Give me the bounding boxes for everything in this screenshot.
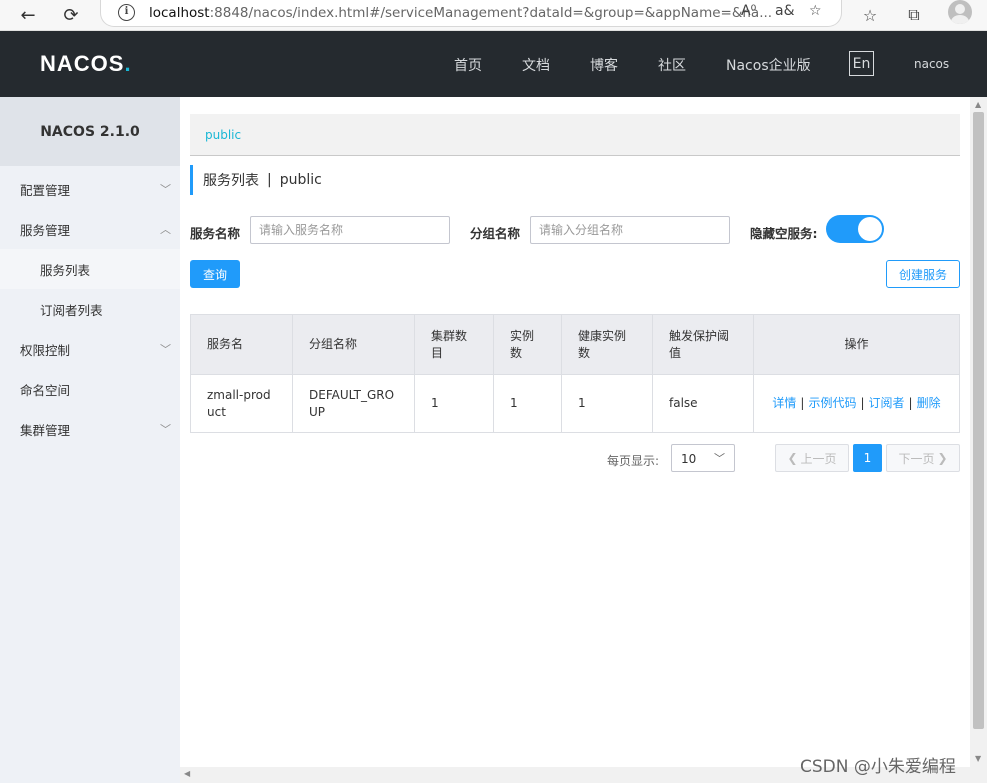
cell-actions: 详情 | 示例代码 | 订阅者 | 删除: [753, 374, 960, 433]
service-table: 服务名 分组名称 集群数目 实例数 健康实例数 触发保护阈值 操作 zmall-…: [190, 314, 960, 433]
chevron-down-icon: ﹀: [160, 343, 171, 356]
col-service-name: 服务名: [190, 314, 293, 375]
sidebar-item-service-list[interactable]: 服务列表: [0, 249, 180, 289]
scrollbar-thumb[interactable]: [973, 112, 984, 729]
scroll-left-icon[interactable]: ◀: [184, 769, 190, 778]
col-instance-count: 实例数: [493, 314, 562, 375]
site-info-icon[interactable]: i: [118, 4, 135, 21]
nav-docs[interactable]: 文档: [522, 55, 550, 75]
namespace-tab-public[interactable]: public: [205, 128, 241, 142]
nav-community[interactable]: 社区: [658, 55, 686, 75]
sidebar-item-label: 服务列表: [40, 262, 91, 278]
namespace-bar: public: [190, 114, 960, 156]
main-content: public 服务列表 | public 服务名称 分组名称 隐藏空服务: 查询…: [180, 97, 970, 767]
chevron-down-icon: ﹀: [714, 452, 725, 465]
nacos-logo[interactable]: NACOS.: [40, 51, 132, 77]
service-name-input[interactable]: [250, 216, 450, 244]
subscribers-link[interactable]: 订阅者: [869, 396, 905, 410]
group-name-input[interactable]: [530, 216, 730, 244]
reload-icon[interactable]: ⟳: [58, 3, 84, 27]
sidebar-item-access-control[interactable]: 权限控制 ﹀: [0, 329, 180, 369]
top-navigation: NACOS. 首页 文档 博客 社区 Nacos企业版 En nacos: [0, 31, 987, 97]
user-name[interactable]: nacos: [914, 57, 949, 71]
address-bar[interactable]: i localhost:8848/nacos/index.html#/servi…: [100, 0, 842, 27]
cell-cluster-count: 1: [414, 374, 494, 433]
chevron-left-icon: ❮: [787, 451, 798, 465]
delete-link[interactable]: 删除: [917, 396, 941, 410]
prev-page-button[interactable]: ❮ 上一页: [775, 444, 849, 472]
url-text: localhost:8848/nacos/index.html#/service…: [149, 5, 773, 21]
col-protect-threshold: 触发保护阈值: [652, 314, 754, 375]
collections-icon[interactable]: ⧉: [902, 3, 926, 27]
create-service-button[interactable]: 创建服务: [886, 260, 960, 288]
cell-service-name: zmall-product: [190, 374, 293, 433]
next-page-button[interactable]: 下一页 ❯: [886, 444, 960, 472]
chevron-down-icon: ﹀: [160, 183, 171, 196]
sidebar-item-subscriber-list[interactable]: 订阅者列表: [0, 289, 180, 329]
profile-avatar-icon[interactable]: [948, 0, 972, 24]
sample-code-link[interactable]: 示例代码: [808, 396, 856, 410]
page-title: 服务列表 | public: [190, 165, 322, 195]
col-cluster-count: 集群数目: [414, 314, 494, 375]
group-name-label: 分组名称: [470, 226, 521, 241]
per-page-select[interactable]: 10 ﹀: [671, 444, 735, 472]
cell-group-name: DEFAULT_GROUP: [292, 374, 415, 433]
sidebar-item-namespace[interactable]: 命名空间: [0, 369, 180, 409]
sidebar-item-label: 权限控制: [20, 342, 71, 358]
cell-protect-threshold: false: [652, 374, 754, 433]
page-number-current[interactable]: 1: [853, 444, 882, 472]
cell-healthy-count: 1: [561, 374, 653, 433]
detail-link[interactable]: 详情: [772, 396, 796, 410]
service-name-label: 服务名称: [190, 226, 241, 241]
nav-blog[interactable]: 博客: [590, 55, 618, 75]
sidebar-item-label: 命名空间: [20, 382, 71, 398]
favorites-icon[interactable]: ☆: [858, 3, 882, 27]
query-button[interactable]: 查询: [190, 260, 240, 288]
scroll-down-icon[interactable]: ▼: [975, 754, 981, 763]
translate-icon[interactable]: a&: [775, 3, 795, 19]
watermark: CSDN @小朱爱编程: [800, 757, 956, 777]
language-switch-button[interactable]: En: [849, 51, 874, 76]
read-aloud-icon[interactable]: A⁰: [741, 3, 756, 19]
col-group-name: 分组名称: [292, 314, 415, 375]
sidebar-item-label: 服务管理: [20, 222, 71, 238]
scroll-up-icon[interactable]: ▲: [975, 100, 981, 109]
nav-enterprise[interactable]: Nacos企业版: [726, 55, 811, 75]
cell-instance-count: 1: [493, 374, 562, 433]
chevron-down-icon: ﹀: [160, 423, 171, 436]
sidebar-item-label: 配置管理: [20, 182, 71, 198]
per-page-label: 每页显示:: [607, 454, 660, 468]
add-favorite-icon[interactable]: ☆: [809, 3, 822, 19]
table-header-row: 服务名 分组名称 集群数目 实例数 健康实例数 触发保护阈值 操作: [190, 314, 960, 375]
sidebar-title: NACOS 2.1.0: [0, 97, 180, 166]
vertical-scrollbar[interactable]: ▲ ▼: [970, 97, 987, 783]
hide-empty-label: 隐藏空服务:: [750, 226, 818, 241]
hide-empty-toggle[interactable]: [826, 215, 884, 243]
col-actions: 操作: [753, 314, 960, 375]
sidebar-item-label: 集群管理: [20, 422, 71, 438]
sidebar: NACOS 2.1.0 配置管理 ﹀ 服务管理 ︿ 服务列表 订阅者列表 权限控…: [0, 97, 180, 783]
chevron-up-icon: ︿: [160, 223, 171, 236]
browser-toolbar: ← ⟳ i localhost:8848/nacos/index.html#/s…: [0, 0, 987, 31]
sidebar-item-service-management[interactable]: 服务管理 ︿: [0, 209, 180, 249]
back-arrow-icon[interactable]: ←: [15, 3, 41, 27]
toggle-knob: [858, 217, 882, 241]
chevron-right-icon: ❯: [937, 451, 948, 465]
col-healthy-count: 健康实例数: [561, 314, 653, 375]
sidebar-item-label: 订阅者列表: [40, 302, 103, 318]
sidebar-item-config-management[interactable]: 配置管理 ﹀: [0, 169, 180, 209]
table-row: zmall-product DEFAULT_GROUP 1 1 1 false …: [190, 374, 960, 433]
nav-home[interactable]: 首页: [454, 55, 482, 75]
sidebar-item-cluster-management[interactable]: 集群管理 ﹀: [0, 409, 180, 449]
